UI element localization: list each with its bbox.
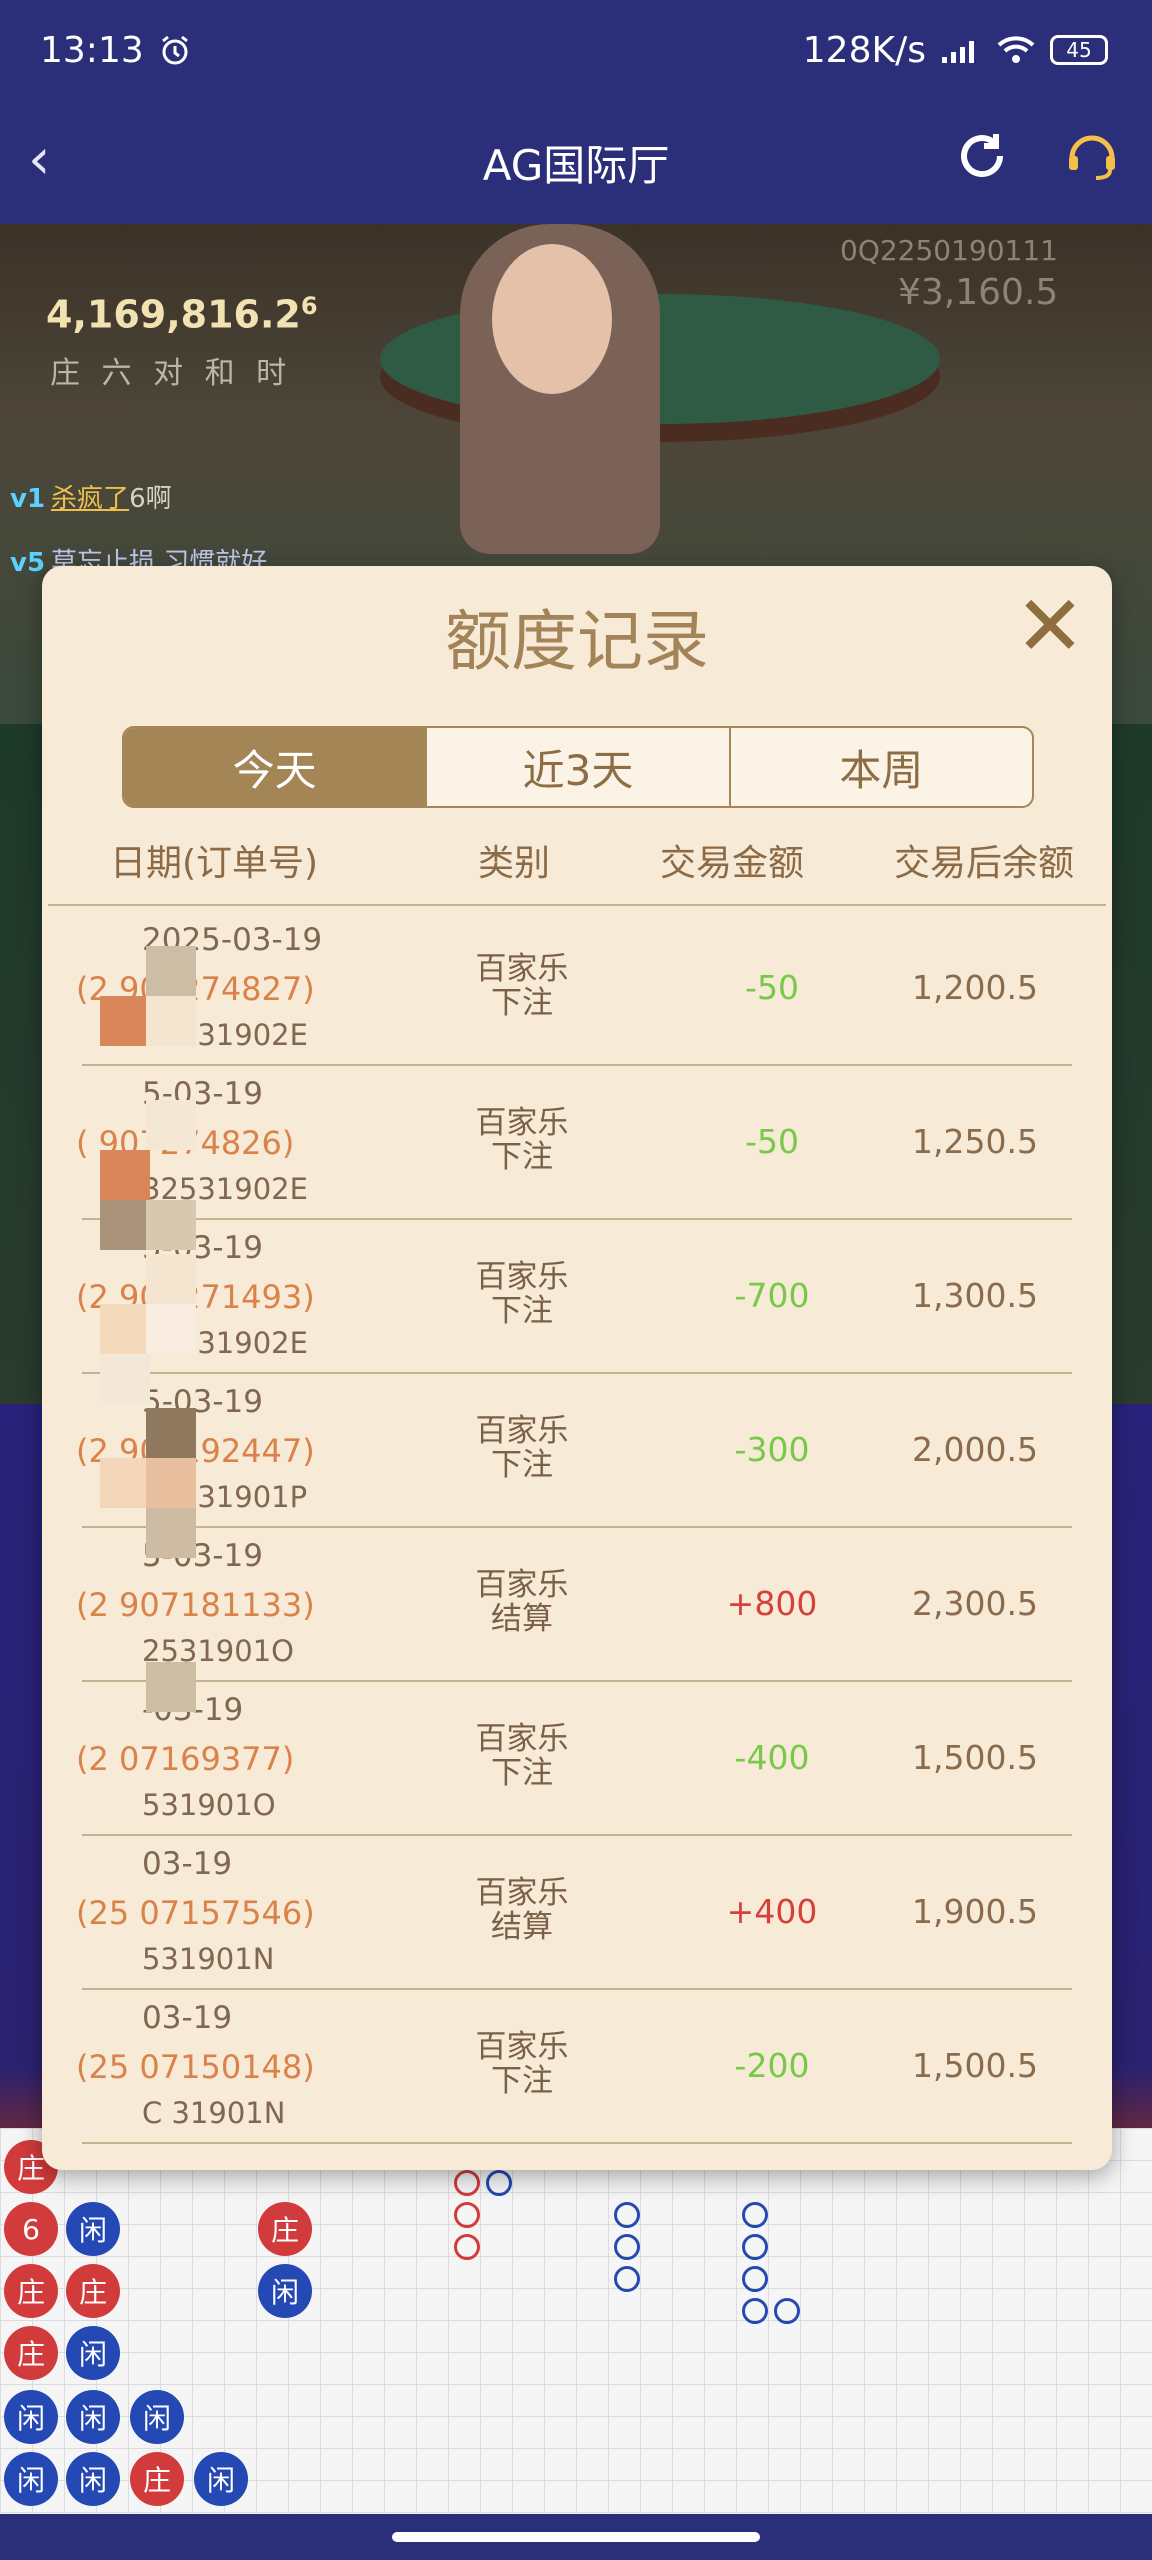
road-player: 闲 [4,2390,58,2444]
row-amount: -700 [734,1276,810,1315]
clock-time: 13:13 [40,29,144,71]
row-round-id: 531901N [142,1942,275,1976]
row-balance: 1,500.5 [912,1738,1038,1777]
table-row[interactable]: 03-19 (25 07157546) 531901N 百家乐 结算 +400 1… [42,1836,1112,1990]
row-type: 百家乐 下注 [475,2029,569,2099]
big-road-marker [742,2234,768,2260]
row-date: 03-19 [142,2000,233,2036]
page-title: AG国际厅 [482,140,670,190]
row-balance: 1,900.5 [912,1892,1038,1931]
row-order-number: (25 07150148) [76,2048,315,2086]
row-amount: -400 [734,1738,810,1777]
privacy-mosaic [100,1408,260,1558]
road-player: 闲 [66,2202,120,2256]
road-banker: 庄 [4,2326,58,2380]
status-bar: 13:13 128K/s 45 [0,0,1152,100]
big-road-marker [614,2266,640,2292]
credit-record-dialog: 额度记录 ✕ 今天 近3天 本周 日期(订单号) 类别 交易金额 交易后余额 2… [42,566,1112,2170]
row-balance: 2,000.5 [912,1430,1038,1469]
row-order-number: (25 07157546) [76,1894,315,1932]
tab-last-3-days[interactable]: 近3天 [427,728,731,806]
alarm-icon [161,35,188,65]
jackpot-amount: 4,169,816.26 [46,292,318,337]
wifi-icon [997,36,1035,63]
date-range-tabs: 今天 近3天 本周 [122,726,1034,808]
column-amount: 交易金额 [660,843,805,884]
row-type: 百家乐 下注 [475,1105,569,1175]
road-banker: 庄 [4,2264,58,2318]
big-road-marker [614,2234,640,2260]
network-speed: 128K/s [802,29,926,71]
bet-kinds: 庄 六 对 和 时 [50,356,293,391]
privacy-mosaic [100,946,260,1096]
row-balance: 1,250.5 [912,1122,1038,1161]
road-banker: 庄 [130,2452,184,2506]
row-amount: -200 [734,2046,810,2085]
big-road-marker [742,2266,768,2292]
signal-icon [942,41,974,63]
big-road-marker [486,2170,512,2196]
row-type: 百家乐 下注 [475,951,569,1021]
big-road-marker [742,2202,768,2228]
row-balance: 1,300.5 [912,1276,1038,1315]
table-header: 日期(订单号) 类别 交易金额 交易后余额 [42,834,1112,894]
tab-this-week[interactable]: 本周 [731,728,1032,806]
row-amount: -300 [734,1430,810,1469]
row-round-id: C 31901N [142,2096,286,2130]
road-banker: 庄 [258,2202,312,2256]
row-divider [82,2142,1072,2144]
big-road-marker [454,2234,480,2260]
dialog-title: 额度记录 [445,603,709,680]
user-balance: ¥3,160.5 [898,272,1059,313]
row-balance: 1,500.5 [912,2046,1038,2085]
row-type: 百家乐 下注 [475,1259,569,1329]
road-player: 闲 [4,2452,58,2506]
row-type: 百家乐 结算 [475,1875,569,1945]
dealer-head-image [492,244,612,394]
privacy-mosaic [100,1562,260,1712]
row-amount: +400 [726,1892,818,1931]
tab-today[interactable]: 今天 [124,728,428,806]
row-balance: 2,300.5 [912,1584,1038,1623]
row-amount: -50 [745,1122,799,1161]
chat-message: v1 杀疯了6啊 [10,484,172,514]
road-player: 闲 [258,2264,312,2318]
home-indicator[interactable] [392,2532,760,2542]
road-pair: 6 [4,2202,58,2256]
big-road-marker [614,2202,640,2228]
big-road-marker [454,2170,480,2196]
row-type: 百家乐 下注 [475,1721,569,1791]
row-date: 03-19 [142,1846,233,1882]
road-player: 闲 [130,2390,184,2444]
road-player: 闲 [66,2326,120,2380]
user-id: 0Q2250190111 [840,234,1058,267]
row-order-number: (2 07169377) [76,1740,295,1778]
close-icon[interactable]: ✕ [1010,584,1090,668]
road-player: 闲 [194,2452,248,2506]
headset-icon[interactable] [1064,128,1120,184]
row-type: 百家乐 下注 [475,1413,569,1483]
row-amount: -50 [745,968,799,1007]
column-balance: 交易后余额 [894,843,1075,884]
road-player: 闲 [66,2452,120,2506]
big-road-marker [774,2298,800,2324]
row-type: 百家乐 结算 [475,1567,569,1637]
refresh-icon[interactable] [952,126,1012,186]
big-road-marker [742,2298,768,2324]
column-type: 类别 [478,843,551,884]
privacy-mosaic [100,1100,260,1250]
column-date: 日期(订单号) [110,843,319,884]
row-balance: 1,200.5 [912,968,1038,1007]
back-button[interactable]: ‹ [28,130,50,190]
privacy-mosaic [100,1254,260,1404]
table-row[interactable]: 03-19 (25 07150148) C 31901N 百家乐 下注 -200 … [42,1990,1112,2144]
header-divider [48,904,1106,906]
row-amount: +800 [726,1584,818,1623]
road-banker: 庄 [66,2264,120,2318]
battery-indicator: 45 [1050,35,1108,65]
road-player: 闲 [66,2390,120,2444]
row-round-id: 531901O [142,1788,276,1822]
big-road-marker [454,2202,480,2228]
